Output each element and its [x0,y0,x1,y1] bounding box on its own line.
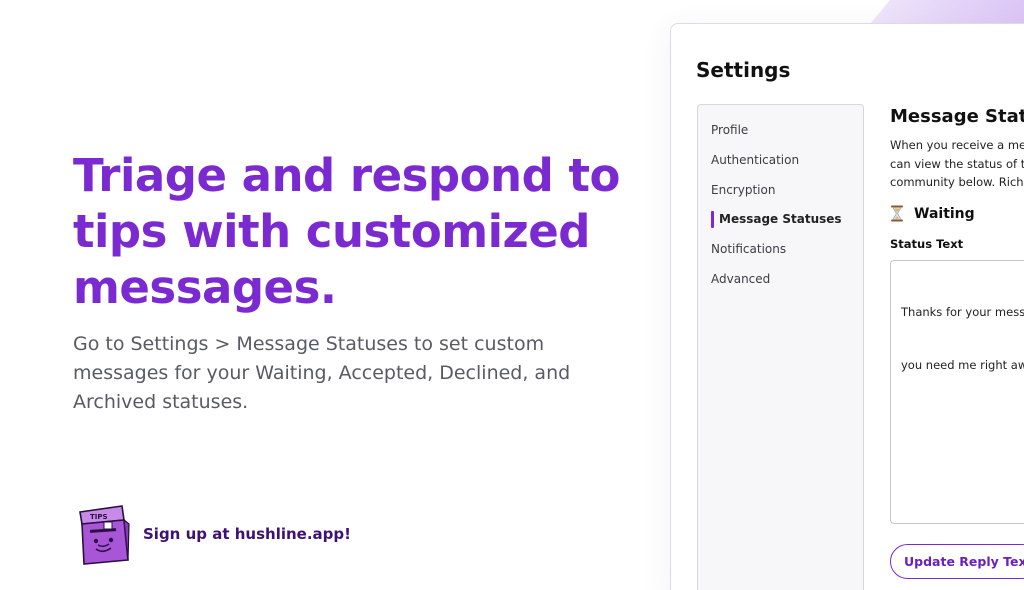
waiting-label: Waiting [914,205,975,222]
description-line: can view the status of t [890,156,1024,171]
waiting-status-header: Waiting [890,205,975,222]
hero-section: Triage and respond to tips with customiz… [73,148,633,417]
status-text-line: Thanks for your mess [901,305,1024,319]
sidebar-item-authentication[interactable]: Authentication [711,153,799,167]
signup-callout[interactable]: TIPS Sign up at hushline.app! [76,502,351,566]
signup-link[interactable]: Sign up at hushline.app! [143,525,351,543]
section-title: Message Statu [890,106,1024,127]
active-indicator [711,211,714,228]
status-text-line: you need me right aw [901,357,1024,372]
status-text-label: Status Text [890,237,964,251]
sidebar-item-advanced[interactable]: Advanced [711,272,770,286]
update-reply-text-button[interactable]: Update Reply Text [890,544,1024,579]
description-line: When you receive a me [890,138,1024,152]
status-text-input[interactable]: Thanks for your mess you need me right a… [890,260,1024,524]
settings-window: Settings Profile Authentication Encrypti… [670,23,1024,590]
settings-title: Settings [696,58,791,82]
sidebar-item-profile[interactable]: Profile [711,123,748,137]
section-description: When you receive a me can view the statu… [890,136,1024,192]
settings-sidebar: Profile Authentication Encryption Messag… [697,104,864,590]
tips-box-label: TIPS [90,513,108,521]
hero-headline: Triage and respond to tips with customiz… [73,149,620,314]
hourglass-icon [891,205,903,222]
sidebar-item-encryption[interactable]: Encryption [711,183,775,197]
sidebar-item-notifications[interactable]: Notifications [711,242,786,256]
hero-subtext: Go to Settings > Message Statuses to set… [73,333,571,413]
tips-box-mascot-icon: TIPS [79,505,130,565]
description-line: community below. Rich [890,175,1024,189]
decorative-gradient-shape [870,0,1024,24]
sidebar-item-message-statuses[interactable]: Message Statuses [719,212,842,226]
